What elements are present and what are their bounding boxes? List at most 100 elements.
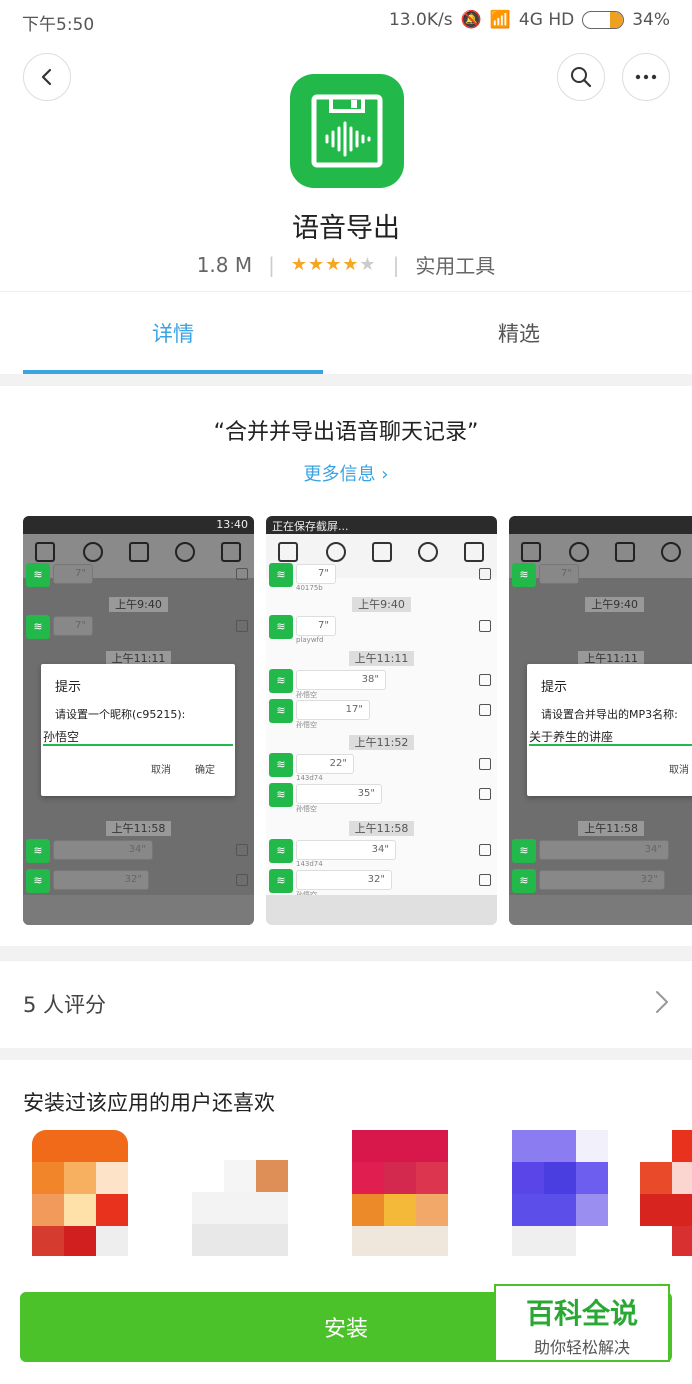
tab-featured[interactable]: 精选 xyxy=(346,292,692,374)
list-item: ≋ 7" 40175b xyxy=(266,560,497,592)
star-empty-icon: ★ xyxy=(359,254,377,275)
dialog-cancel: 取消 xyxy=(669,765,689,776)
watermark-sub: 助你轻松解决 xyxy=(533,1338,630,1357)
calendar-icon xyxy=(129,542,149,562)
list-item: ≋ 38" 孙悟空 xyxy=(266,666,497,699)
install-label: 安装 xyxy=(323,1317,368,1342)
time-label: 上午11:52 xyxy=(266,734,497,750)
recommended-app-2[interactable] xyxy=(192,1130,288,1256)
star-filled-icon: ★ xyxy=(342,254,360,275)
wave-icon: ≋ xyxy=(26,869,50,893)
clock-icon xyxy=(569,542,589,562)
ratings-count: 5 人评分 xyxy=(23,993,107,1017)
separator: | xyxy=(392,252,400,277)
calendar-icon xyxy=(615,542,635,562)
checkbox xyxy=(479,758,491,770)
recommended-app-3[interactable] xyxy=(352,1130,448,1256)
more-dots-icon xyxy=(635,74,657,80)
list-item: ≋ 32" xyxy=(23,866,254,896)
duration: 7" xyxy=(296,564,336,584)
list-item: ≋ 7" playwfd xyxy=(266,612,497,644)
checkbox xyxy=(236,620,248,632)
screenshot-status-text: 正在保存截屏... xyxy=(272,520,349,533)
duration: 32" xyxy=(296,870,392,890)
checkbox xyxy=(479,568,491,580)
checkbox xyxy=(479,874,491,886)
checkbox xyxy=(236,844,248,856)
list-item: ≋ 35" 孙悟空 xyxy=(266,780,497,813)
screenshot-2[interactable]: 正在保存截屏... ≋ 7" 40175b 上午9:40 ≋ 7" playwfd 上午… xyxy=(266,516,497,925)
dialog-ok: 确定 xyxy=(195,765,215,776)
recommended-app-5[interactable] xyxy=(640,1130,692,1256)
wave-icon: ≋ xyxy=(269,783,293,807)
wave-icon: ≋ xyxy=(269,869,293,893)
list-item: ≋ 7" xyxy=(23,560,254,590)
wave-icon: ≋ xyxy=(269,699,293,723)
list-item: ≋ 22" 143d74 xyxy=(266,750,497,782)
screenshot-bottom-bar xyxy=(509,895,692,925)
screenshot-time: 13:40 xyxy=(216,518,248,531)
screenshot-1[interactable]: 13:40 ≋ 7" 上午9:40 ≋ 7" 上午11:11 上午11:58 ≋ 34… xyxy=(23,516,254,925)
dialog-title: 提示 xyxy=(541,680,568,695)
voice-file-icon xyxy=(311,94,383,168)
back-button[interactable] xyxy=(23,53,71,101)
tab-label: 详情 xyxy=(152,322,194,346)
search-icon xyxy=(571,67,592,88)
recommended-app-1[interactable] xyxy=(32,1130,128,1256)
wave-icon: ≋ xyxy=(269,669,293,693)
watermark-main: 百科全说 xyxy=(525,1297,638,1330)
time-label: 上午9:40 xyxy=(266,596,497,612)
section-gap xyxy=(0,374,692,386)
battery-icon xyxy=(582,11,625,29)
screenshot-status-bar xyxy=(509,516,692,534)
duration: 7" xyxy=(53,616,93,636)
time-label: 上午11:58 xyxy=(266,820,497,836)
app-name: 语音导出 xyxy=(292,213,400,244)
checkbox xyxy=(479,844,491,856)
more-button[interactable] xyxy=(622,53,670,101)
duration: 34" xyxy=(539,840,669,860)
clock-icon xyxy=(83,542,103,562)
search-button[interactable] xyxy=(557,53,605,101)
list-item: ≋ 7" xyxy=(509,560,692,590)
dialog-title: 提示 xyxy=(55,680,82,695)
battery-percent: 34% xyxy=(632,10,670,30)
contact-icon xyxy=(661,542,681,562)
duration: 34" xyxy=(296,840,396,860)
duration: 7" xyxy=(539,564,579,584)
time-label: 上午11:11 xyxy=(266,650,497,666)
wave-icon: ≋ xyxy=(269,839,293,863)
checkbox xyxy=(236,568,248,580)
duration: 32" xyxy=(53,870,149,890)
dialog-message: 请设置一个昵称(c95215): xyxy=(55,708,186,721)
nickname-dialog: 提示 请设置一个昵称(c95215): 孙悟空 取消 确定 xyxy=(41,664,235,796)
status-time: 下午5:50 xyxy=(22,15,95,35)
wave-icon: ≋ xyxy=(26,839,50,863)
list-item: ≋ 17" 孙悟空 xyxy=(266,696,497,729)
dialog-cancel: 取消 xyxy=(151,765,171,776)
checkbox xyxy=(479,620,491,632)
sender: playwfd xyxy=(296,636,324,644)
app-tagline: “合并并导出语音聊天记录” xyxy=(213,420,479,445)
share-icon xyxy=(221,542,241,562)
list-item: ≋ 34" 143d74 xyxy=(266,836,497,868)
dialog-buttons: 取消 xyxy=(669,761,689,776)
chevron-left-icon xyxy=(41,68,52,86)
duration: 7" xyxy=(53,564,93,584)
wave-icon: ≋ xyxy=(269,615,293,639)
duration: 17" xyxy=(296,700,370,720)
wave-icon: ≋ xyxy=(26,563,50,587)
ratings-row[interactable]: 5 人评分 xyxy=(0,960,692,1048)
sender: 40175b xyxy=(296,584,323,592)
wave-icon: ≋ xyxy=(512,869,536,893)
status-bar: 下午5:50 13.0K/s 🔕 📶 4G HD 34% xyxy=(0,0,692,42)
select-all-icon xyxy=(521,542,541,562)
section-gap xyxy=(0,946,692,960)
wave-icon: ≋ xyxy=(26,615,50,639)
tab-details[interactable]: 详情 xyxy=(0,292,346,374)
more-info-link[interactable]: 更多信息 › xyxy=(0,460,692,486)
list-item: ≋32"孙悟空 xyxy=(266,866,497,899)
recommended-app-4[interactable] xyxy=(512,1130,608,1256)
screenshot-3[interactable]: ≋ 7" 上午9:40 上午11:11 上午11:58 ≋ 34" ≋ 32" 提示 … xyxy=(509,516,692,925)
share-icon xyxy=(464,542,484,562)
